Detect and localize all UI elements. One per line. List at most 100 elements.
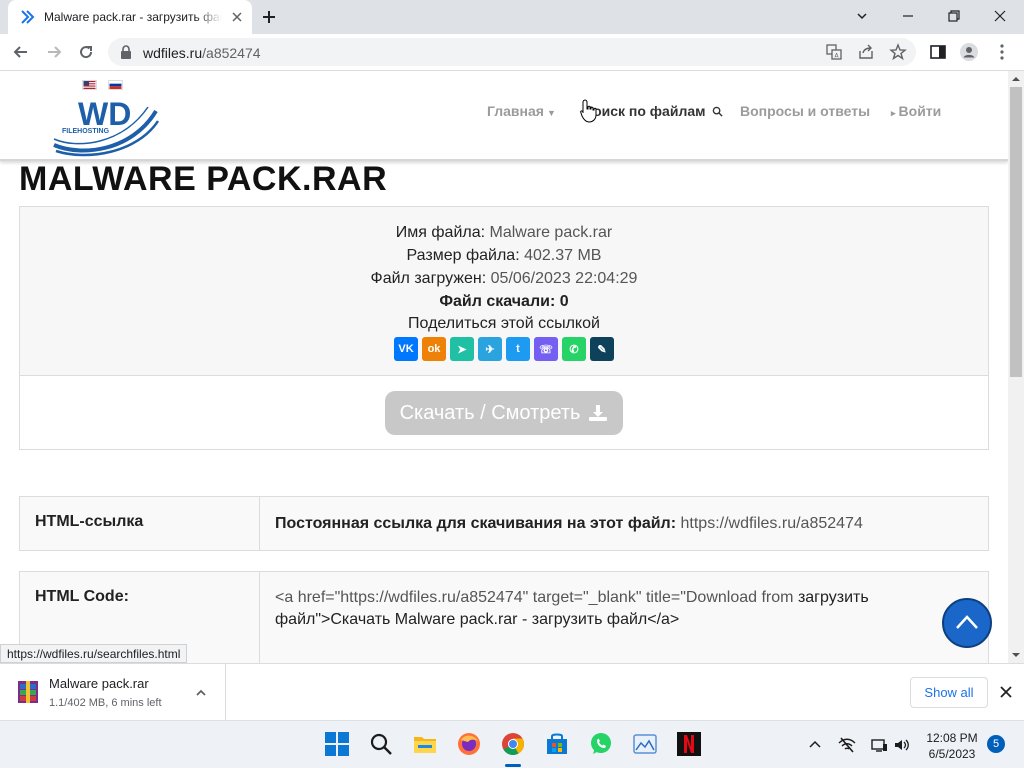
file-name-value: Malware pack.rar <box>489 224 613 241</box>
page-title: MALWARE PACK.RAR <box>19 160 388 198</box>
show-all-button[interactable]: Show all <box>910 677 988 708</box>
chevron-up-icon <box>956 615 978 629</box>
lock-icon[interactable] <box>120 45 132 59</box>
minimize-icon[interactable] <box>898 6 918 26</box>
address-bar[interactable]: wdfiles.ru/a852474 A <box>108 38 916 66</box>
scroll-down-arrow-icon[interactable] <box>1011 650 1021 660</box>
file-size-line: Размер файла: 402.37 MB <box>20 247 988 265</box>
site-favicon-icon <box>21 10 35 24</box>
share-yandex-messenger-button[interactable]: ➤ <box>450 337 474 361</box>
photos-app-icon[interactable] <box>632 731 658 757</box>
page-viewport: WD FILEHOSTING Главная ▼ Поиск по файлам … <box>0 71 1008 663</box>
file-info-top: Имя файла: Malware pack.rar Размер файла… <box>20 207 988 376</box>
nav-search-label: Поиск по файлам <box>583 103 706 119</box>
browser-menu-icon[interactable] <box>992 42 1012 62</box>
telegram-icon: ✈ <box>485 343 495 356</box>
yandex-messenger-icon: ➤ <box>457 343 467 356</box>
url-path: /a852474 <box>202 45 261 61</box>
side-panel-icon[interactable] <box>928 42 948 62</box>
windows-start-icon[interactable] <box>324 731 350 757</box>
firefox-icon[interactable] <box>456 731 482 757</box>
share-page-icon[interactable] <box>857 43 875 61</box>
nav-login[interactable]: ▸ Войти <box>891 103 941 119</box>
caret-right-icon: ▸ <box>891 108 896 118</box>
file-name-line: Имя файла: Malware pack.rar <box>20 224 988 242</box>
bookmark-star-icon[interactable] <box>889 43 907 61</box>
file-name-label: Имя файла: <box>395 224 486 241</box>
html-code-part2: загрузить <box>797 589 869 606</box>
file-size-value: 402.37 MB <box>524 247 602 264</box>
close-shelf-icon[interactable] <box>999 685 1013 699</box>
download-shelf: Malware pack.rar 1.1/402 MB, 6 mins left… <box>0 663 1024 721</box>
search-icon[interactable] <box>368 731 394 757</box>
html-code-cell[interactable]: <a href="https://wdfiles.ru/a852474" tar… <box>260 572 988 663</box>
scroll-up-arrow-icon[interactable] <box>1011 74 1021 84</box>
file-explorer-icon[interactable] <box>412 731 438 757</box>
permanent-link-prefix: Постоянная ссылка для скачивания на этот… <box>275 515 677 532</box>
download-view-button[interactable]: Скачать / Смотреть <box>385 391 623 435</box>
share-livejournal-button[interactable]: ✎ <box>590 337 614 361</box>
scroll-to-top-button[interactable] <box>942 598 992 648</box>
nav-home[interactable]: Главная ▼ <box>487 103 556 119</box>
notification-badge[interactable]: 5 <box>987 735 1005 753</box>
share-vk-button[interactable]: VK <box>394 337 418 361</box>
scrollbar-thumb[interactable] <box>1010 87 1022 377</box>
url-text: wdfiles.ru/a852474 <box>143 45 261 61</box>
share-label: Поделиться этой ссылкой <box>408 315 600 332</box>
reload-icon[interactable] <box>76 42 96 62</box>
download-button-label: Скачать / Смотреть <box>399 401 581 424</box>
new-tab-icon[interactable] <box>260 8 278 26</box>
download-file-name: Malware pack.rar <box>49 676 149 691</box>
netflix-icon[interactable] <box>676 731 702 757</box>
download-progress: 1.1/402 MB, 6 mins left <box>49 697 162 709</box>
display-icon[interactable] <box>870 736 888 754</box>
chrome-icon[interactable] <box>500 731 526 757</box>
system-clock[interactable]: 12:08 PM 6/5/2023 <box>922 730 982 762</box>
share-buttons: VK ok ➤ ✈ t ☏ ✆ ✎ <box>394 337 614 361</box>
tab-strip: Malware pack.rar - загрузить файл <box>0 0 1024 34</box>
file-uploaded-value: 05/06/2023 22:04:29 <box>490 270 638 287</box>
file-info-panel: Имя файла: Malware pack.rar Размер файла… <box>19 206 989 450</box>
wd-logo[interactable]: WD FILEHOSTING <box>52 93 162 159</box>
translate-icon[interactable]: A <box>825 43 843 61</box>
forward-icon[interactable] <box>44 42 64 62</box>
html-code-part3: файл">Скачать Malware pack.rar - загрузи… <box>275 611 680 628</box>
share-whatsapp-button[interactable]: ✆ <box>562 337 586 361</box>
restore-icon[interactable] <box>944 6 964 26</box>
search-icon <box>713 106 723 117</box>
share-twitter-button[interactable]: t <box>506 337 530 361</box>
russian-flag-icon[interactable] <box>108 80 123 90</box>
file-size-label: Размер файла: <box>406 247 520 264</box>
livejournal-icon: ✎ <box>597 343 607 356</box>
file-uploaded-label: Файл загружен: <box>370 270 487 287</box>
nav-faq[interactable]: Вопросы и ответы <box>740 103 870 119</box>
windows-taskbar: 12:08 PM 6/5/2023 5 <box>0 720 1024 768</box>
share-telegram-button[interactable]: ✈ <box>478 337 502 361</box>
close-window-icon[interactable] <box>990 6 1010 26</box>
permanent-link-value[interactable]: https://wdfiles.ru/a852474 <box>681 515 863 532</box>
logo-subtext: FILEHOSTING <box>62 128 110 135</box>
profile-avatar-icon[interactable] <box>959 42 979 62</box>
hand-cursor-icon <box>580 99 597 123</box>
site-header: WD FILEHOSTING Главная ▼ Поиск по файлам … <box>0 71 1008 161</box>
chevron-up-icon[interactable] <box>194 686 208 700</box>
microsoft-store-icon[interactable] <box>544 731 570 757</box>
volume-icon[interactable] <box>893 736 911 754</box>
back-icon[interactable] <box>11 42 31 62</box>
nav-search-files[interactable]: Поиск по файлам <box>583 103 723 119</box>
tab-title: Malware pack.rar - загрузить файл <box>44 10 222 24</box>
download-item[interactable]: Malware pack.rar 1.1/402 MB, 6 mins left <box>0 664 226 721</box>
share-odnoklassniki-button[interactable]: ok <box>422 337 446 361</box>
tab-search-icon[interactable] <box>852 6 872 26</box>
chevron-up-icon[interactable] <box>806 736 824 754</box>
english-flag-icon[interactable] <box>82 80 97 90</box>
no-network-icon[interactable] <box>838 736 856 754</box>
whatsapp-icon[interactable] <box>588 731 614 757</box>
browser-tab[interactable]: Malware pack.rar - загрузить файл <box>8 0 252 34</box>
share-viber-button[interactable]: ☏ <box>534 337 558 361</box>
nav-login-label: Войти <box>898 103 942 119</box>
html-link-cell: Постоянная ссылка для скачивания на этот… <box>260 497 988 550</box>
tab-close-icon[interactable] <box>229 9 245 25</box>
page-scrollbar[interactable] <box>1008 71 1024 663</box>
whatsapp-icon: ✆ <box>569 343 579 356</box>
